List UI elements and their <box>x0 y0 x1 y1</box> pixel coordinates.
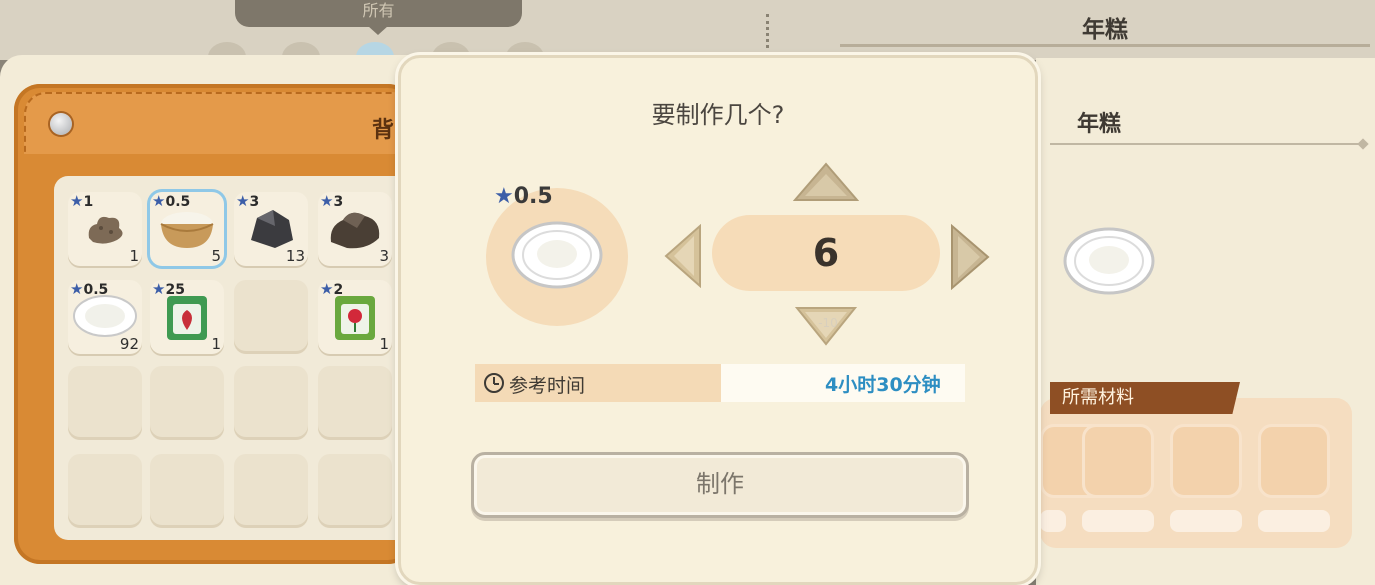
item-count: 13 <box>285 247 305 265</box>
star-icon: ★ <box>152 280 166 298</box>
rice-bowl-icon <box>157 204 217 256</box>
material-count-bar <box>1082 510 1154 532</box>
inventory-slot[interactable]: ★1 1 <box>68 192 142 266</box>
ore-rock-icon <box>327 206 383 254</box>
item-count: 3 <box>379 247 389 265</box>
star-icon: ★ <box>70 192 84 210</box>
inventory-slot-selected[interactable]: ★0.5 5 <box>150 192 224 266</box>
rice-cake-plate-icon <box>511 220 603 294</box>
inventory-slot[interactable]: ★2 1 <box>318 280 392 354</box>
decrease-step-label: -10 <box>818 316 838 330</box>
materials-label: 所需材料 <box>1050 382 1240 414</box>
item-count: 92 <box>119 335 139 353</box>
rose-seed-bag-icon <box>333 290 377 346</box>
clock-icon <box>484 373 504 393</box>
decrease-one-button[interactable] <box>664 223 702 292</box>
item-count: 1 <box>379 335 389 353</box>
filter-tab-all[interactable]: 所有 <box>235 0 522 35</box>
knob-icon <box>50 113 72 135</box>
inventory-slot-empty[interactable] <box>150 454 224 528</box>
item-count: 1 <box>129 247 139 265</box>
inventory-slot-empty[interactable] <box>234 366 308 440</box>
inventory-slot-empty[interactable] <box>234 280 308 354</box>
material-slot[interactable] <box>1258 424 1330 498</box>
star-icon: ★ <box>494 184 514 209</box>
time-label: 参考时间 <box>509 375 586 397</box>
material-count-bar <box>1040 510 1066 532</box>
inventory-slot-empty[interactable] <box>234 454 308 528</box>
rice-cake-plate-icon <box>1063 226 1155 300</box>
material-slot[interactable] <box>1082 424 1154 498</box>
inventory-slot-empty[interactable] <box>150 366 224 440</box>
inventory-slot[interactable]: ★3 13 <box>234 192 308 266</box>
material-slot[interactable] <box>1170 424 1242 498</box>
item-count: 1 <box>211 335 221 353</box>
inventory-slot-empty[interactable] <box>318 366 392 440</box>
inventory-slot[interactable]: ★0.5 92 <box>68 280 142 354</box>
divider <box>766 14 769 48</box>
inventory-slot[interactable]: ★3 3 <box>318 192 392 266</box>
bag-title: 背 <box>372 118 395 143</box>
strawberry-seed-bag-icon <box>165 290 209 346</box>
increase-one-button[interactable] <box>950 223 990 294</box>
inventory-slot[interactable]: ★25 1 <box>150 280 224 354</box>
background-recipe-title: 年糕 <box>1082 17 1128 43</box>
item-count: 5 <box>211 247 221 265</box>
star-icon: ★ <box>320 280 334 298</box>
quantity-display[interactable]: 6 <box>712 215 940 291</box>
craft-button[interactable]: 制作 <box>471 452 969 518</box>
recipe-title: 年糕 <box>1077 112 1122 137</box>
divider <box>1050 143 1365 145</box>
inventory-slot-empty[interactable] <box>68 366 142 440</box>
dish-rank: 0.5 <box>513 184 553 209</box>
dialog-question: 要制作几个? <box>651 101 785 129</box>
divider <box>840 44 1370 47</box>
material-count-bar <box>1170 510 1242 532</box>
time-value: 4小时30分钟 <box>825 374 941 396</box>
bag-header <box>24 92 414 154</box>
inventory-slot-empty[interactable] <box>68 454 142 528</box>
material-count-bar <box>1258 510 1330 532</box>
increase-10-button[interactable] <box>792 162 860 208</box>
inventory-slot-empty[interactable] <box>318 454 392 528</box>
flour-pile-icon <box>81 208 129 252</box>
